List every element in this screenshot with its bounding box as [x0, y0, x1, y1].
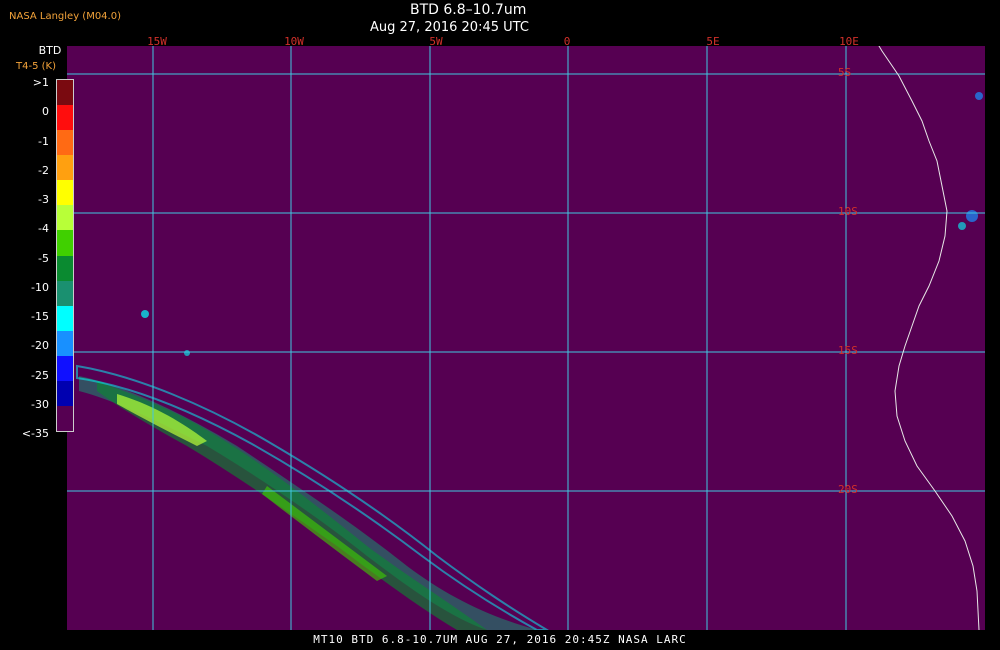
- lat-label: 5S: [838, 66, 852, 79]
- legend-swatch: [57, 280, 73, 306]
- lon-label: 5E: [706, 35, 720, 48]
- map-title: BTD 6.8–10.7um: [410, 2, 527, 18]
- legend-swatch: [57, 180, 73, 206]
- legend-swatch: [57, 330, 73, 356]
- legend-swatch: [57, 155, 73, 181]
- map-canvas: [67, 46, 985, 630]
- legend-tick-label: -4: [38, 222, 49, 236]
- legend-tick-label: -1: [38, 134, 49, 148]
- lat-label: 15S: [838, 344, 858, 357]
- legend-swatch: [57, 80, 73, 106]
- legend-swatch: [57, 406, 73, 432]
- legend-tick-label: -5: [38, 251, 49, 265]
- legend-swatch: [57, 205, 73, 231]
- legend-swatch: [57, 230, 73, 256]
- lat-label: 10S: [838, 205, 858, 218]
- legend-tick-label: 0: [42, 105, 49, 119]
- legend-swatch: [57, 380, 73, 407]
- coastline: [878, 46, 980, 630]
- lon-label: 10E: [839, 35, 859, 48]
- legend-swatch: [57, 130, 73, 156]
- legend-tick-label: -3: [38, 193, 49, 206]
- legend-tick-label: -25: [31, 368, 49, 382]
- legend-tick-label: -15: [31, 310, 49, 323]
- legend-swatch: [57, 255, 73, 281]
- legend-title: BTD: [38, 44, 62, 57]
- legend-tick-label: -2: [38, 163, 49, 177]
- cloud-band: [76, 92, 983, 630]
- legend-swatch: [57, 355, 73, 381]
- map-subtitle: Aug 27, 2016 20:45 UTC: [370, 20, 529, 35]
- lon-label: 10W: [284, 35, 304, 48]
- lon-label: 5W: [429, 35, 443, 48]
- map-panel: [67, 46, 985, 630]
- lon-label: 15W: [147, 35, 167, 48]
- lat-label: 20S: [838, 483, 858, 496]
- legend-tick-label: -20: [31, 339, 49, 353]
- lon-label: 0: [563, 35, 571, 48]
- legend-swatch: [57, 105, 73, 131]
- legend-tick-label: -30: [31, 397, 49, 411]
- graticule: [67, 46, 985, 630]
- legend-swatch: [57, 305, 73, 331]
- legend-tick-label: -10: [31, 280, 49, 294]
- footer-caption: MT10 BTD 6.8-10.7UM AUG 27, 2016 20:45Z …: [313, 633, 687, 646]
- legend-color-bar: [56, 79, 74, 432]
- legend-tick-label: <-35: [21, 427, 49, 440]
- credit-label: NASA Langley (M04.0): [9, 11, 121, 22]
- legend-tick-label: >1: [32, 76, 49, 89]
- legend-units: T4-5 (K): [16, 61, 56, 72]
